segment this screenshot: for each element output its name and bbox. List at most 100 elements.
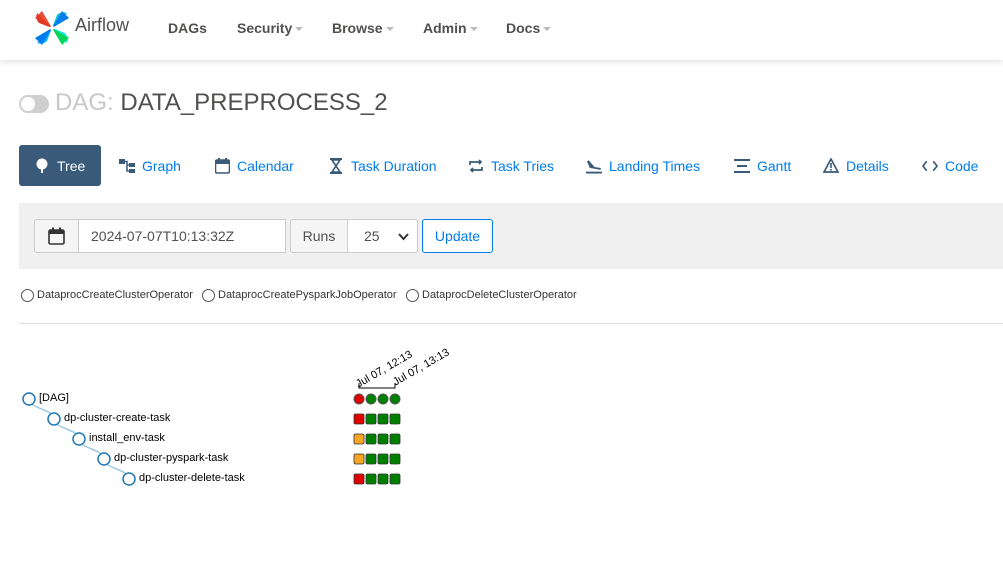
tab-gantt[interactable]: Gantt (734, 145, 791, 186)
warning-triangle-icon (823, 158, 839, 174)
task-instance-status-square[interactable] (389, 413, 401, 425)
runs-value: 25 (364, 228, 380, 244)
title-prefix: DAG: (55, 89, 114, 116)
tab-graph-label: Graph (142, 157, 181, 174)
task-instance-status-square[interactable] (353, 433, 365, 445)
task-instance-status-square[interactable] (377, 433, 389, 445)
tab-landing-times-label: Landing Times (609, 157, 701, 174)
base-date-input[interactable]: 2024-07-07T10:13:32Z (79, 219, 286, 253)
calendar-icon (214, 157, 230, 174)
tab-graph[interactable]: Graph (119, 145, 181, 186)
tree-view: Jul 07, 12:13 Jul 07, 13:13 [DAG] dp-clu… (0, 330, 1003, 582)
tree-node-circle[interactable] (72, 432, 86, 446)
tree-node-label[interactable]: install_env-task (89, 432, 165, 444)
tab-gantt-label: Gantt (757, 157, 792, 174)
tree-node-circle[interactable] (22, 392, 36, 406)
tab-task-tries[interactable]: Task Tries (468, 145, 554, 186)
tree-node-label[interactable]: dp-cluster-delete-task (139, 472, 245, 484)
nav-security[interactable]: Security (237, 20, 304, 36)
operator-circle-icon (21, 288, 34, 302)
tree-node-label[interactable]: dp-cluster-pyspark-task (114, 452, 228, 464)
task-instance-status-square[interactable] (389, 453, 401, 465)
airflow-logo-icon (35, 11, 69, 45)
update-button[interactable]: Update (422, 219, 493, 253)
tab-task-duration-label: Task Duration (351, 157, 437, 174)
nav-docs-label: Docs (506, 20, 541, 36)
page-title: DAG: DATA_PREPROCESS_2 (55, 89, 388, 117)
tree-node-circle[interactable] (47, 412, 61, 426)
runs-label: Runs (290, 219, 348, 253)
task-instance-status-square[interactable] (389, 433, 401, 445)
chevron-down-icon (398, 233, 409, 241)
caret-down-icon (469, 27, 478, 31)
tab-landing-times[interactable]: Landing Times (586, 145, 700, 186)
legend-label: DataprocCreatePysparkJobOperator (218, 289, 397, 301)
dag-run-status-circle[interactable] (389, 393, 401, 405)
landing-icon (586, 158, 602, 174)
task-instance-status-square[interactable] (377, 413, 389, 425)
tab-details-label: Details (846, 157, 889, 174)
dag-run-status-circle[interactable] (365, 393, 377, 405)
tab-task-tries-label: Task Tries (491, 157, 555, 174)
tab-calendar-label: Calendar (237, 157, 294, 174)
nav-browse[interactable]: Browse (332, 20, 394, 36)
tree-toolbar: 2024-07-07T10:13:32Z Runs 25 Update (19, 203, 1003, 269)
legend-item: DataprocDeleteClusterOperator (406, 288, 577, 302)
graph-icon (119, 158, 135, 174)
tab-code[interactable]: Code (922, 145, 978, 186)
tab-details[interactable]: Details (823, 145, 889, 186)
caret-down-icon (543, 27, 552, 31)
runs-select[interactable]: 25 (348, 219, 418, 253)
legend-label: DataprocDeleteClusterOperator (422, 289, 577, 301)
tree-node-label[interactable]: [DAG] (39, 392, 69, 404)
tree-node-label[interactable]: dp-cluster-create-task (64, 412, 170, 424)
date-picker-button[interactable] (34, 219, 79, 253)
tab-calendar[interactable]: Calendar (214, 145, 294, 186)
task-instance-status-square[interactable] (365, 473, 377, 485)
tab-tree[interactable]: Tree (19, 145, 101, 186)
dag-run-status-circle[interactable] (353, 393, 365, 405)
retry-icon (468, 158, 484, 174)
nav-browse-label: Browse (332, 20, 383, 36)
legend-label: DataprocCreateClusterOperator (37, 289, 193, 301)
dag-run-status-circle[interactable] (377, 393, 389, 405)
dag-name: DATA_PREPROCESS_2 (120, 89, 388, 116)
task-instance-status-square[interactable] (353, 413, 365, 425)
code-icon (922, 158, 938, 174)
gantt-icon (734, 158, 750, 174)
tab-tree-label: Tree (57, 157, 86, 174)
dag-pause-toggle[interactable] (19, 95, 49, 113)
legend-item: DataprocCreatePysparkJobOperator (202, 288, 397, 302)
task-instance-status-square[interactable] (365, 433, 377, 445)
nav-admin-label: Admin (423, 20, 467, 36)
task-instance-status-square[interactable] (353, 473, 365, 485)
nav-dags-label: DAGs (168, 20, 207, 36)
airflow-brand[interactable]: Airflow (33, 8, 129, 48)
caret-down-icon (385, 27, 394, 31)
hourglass-icon (328, 157, 344, 174)
legend-item: DataprocCreateClusterOperator (21, 288, 193, 302)
toggle-knob (21, 97, 35, 111)
task-instance-status-square[interactable] (377, 473, 389, 485)
brand-name: Airflow (75, 14, 130, 35)
tree-icon (34, 158, 50, 174)
calendar-icon (48, 227, 65, 245)
tab-code-label: Code (945, 157, 979, 174)
operator-circle-icon (406, 288, 419, 302)
tree-node-circle[interactable] (97, 452, 111, 466)
task-instance-status-square[interactable] (365, 453, 377, 465)
caret-down-icon (295, 27, 304, 31)
nav-dags[interactable]: DAGs (168, 20, 207, 36)
task-instance-status-square[interactable] (353, 453, 365, 465)
tab-task-duration[interactable]: Task Duration (328, 145, 437, 186)
divider (19, 323, 1003, 324)
top-navbar: Airflow DAGs Security Browse Admin Docs (0, 0, 1003, 60)
nav-security-label: Security (237, 20, 293, 36)
operator-circle-icon (202, 288, 215, 302)
tree-node-circle[interactable] (122, 472, 136, 486)
nav-admin[interactable]: Admin (423, 20, 478, 36)
nav-docs[interactable]: Docs (506, 20, 552, 36)
task-instance-status-square[interactable] (365, 413, 377, 425)
task-instance-status-square[interactable] (377, 453, 389, 465)
task-instance-status-square[interactable] (389, 473, 401, 485)
